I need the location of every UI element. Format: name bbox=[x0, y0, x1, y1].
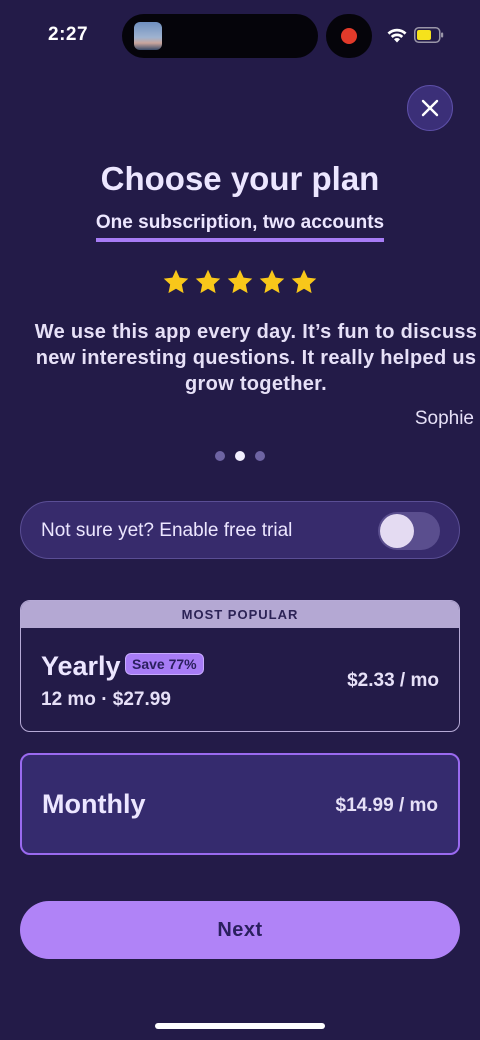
page-title: Choose your plan bbox=[100, 160, 380, 197]
carousel-dot[interactable] bbox=[255, 451, 265, 461]
star-icon bbox=[163, 269, 189, 294]
carousel-dot[interactable] bbox=[215, 451, 225, 461]
free-trial-toggle[interactable] bbox=[378, 512, 440, 550]
paywall-screen: 2:27 Choose your plan One subscription, … bbox=[0, 0, 480, 1040]
star-icon bbox=[195, 269, 221, 294]
plan-name-yearly: Yearly bbox=[41, 651, 121, 681]
page-subtitle: One subscription, two accounts bbox=[95, 212, 385, 242]
toggle-knob bbox=[380, 514, 414, 548]
dynamic-island bbox=[122, 14, 318, 58]
wifi-icon bbox=[387, 28, 407, 43]
star-icon bbox=[259, 269, 285, 294]
subtitle-wrapper: One subscription, two accounts bbox=[0, 212, 480, 242]
plan-name-monthly: Monthly bbox=[42, 789, 146, 819]
review-author: Sophie bbox=[414, 408, 474, 429]
battery-icon bbox=[414, 27, 444, 43]
save-badge: Save 77% bbox=[125, 653, 204, 675]
status-time: 2:27 bbox=[48, 24, 89, 45]
next-button[interactable]: Next bbox=[20, 901, 460, 959]
home-indicator bbox=[155, 1023, 325, 1029]
rating-stars bbox=[0, 268, 480, 296]
recording-indicator bbox=[326, 14, 372, 58]
plan-detail-yearly: 12 mo · $27.99 bbox=[41, 689, 171, 710]
screen-thumbnail-icon bbox=[134, 22, 162, 50]
plan-price-yearly: $2.33 / mo bbox=[347, 670, 439, 691]
star-icon bbox=[291, 269, 317, 294]
plan-price-monthly: $14.99 / mo bbox=[335, 795, 438, 816]
carousel-dot[interactable] bbox=[235, 451, 245, 461]
close-icon bbox=[421, 99, 439, 117]
plan-card-yearly[interactable]: MOST POPULAR Yearly Save 77% 12 mo · $27… bbox=[20, 600, 460, 732]
carousel-dots bbox=[0, 451, 480, 461]
free-trial-row[interactable]: Not sure yet? Enable free trial bbox=[20, 501, 460, 559]
free-trial-label: Not sure yet? Enable free trial bbox=[41, 520, 293, 541]
plan-card-monthly[interactable]: Monthly $14.99 / mo bbox=[20, 753, 460, 855]
close-button[interactable] bbox=[407, 85, 453, 131]
record-icon bbox=[341, 28, 357, 44]
review-text: We use this app every day. It’s fun to d… bbox=[34, 321, 478, 395]
most-popular-banner: MOST POPULAR bbox=[21, 601, 459, 628]
star-icon bbox=[227, 269, 253, 294]
